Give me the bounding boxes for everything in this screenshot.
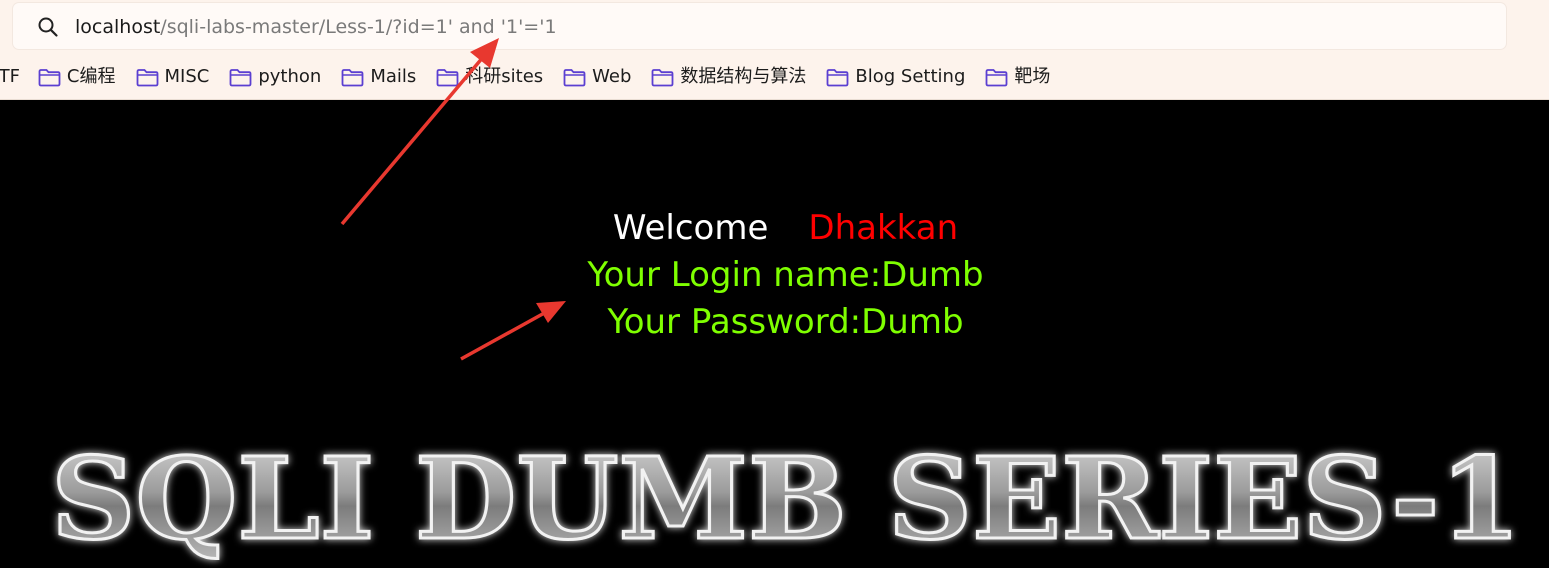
series-banner-text: SQLI DUMB SERIES-1 (51, 438, 1521, 565)
bookmark-research-sites[interactable]: 科研sites (436, 62, 543, 92)
folder-icon (985, 68, 1008, 86)
folder-icon (563, 68, 586, 86)
bookmark-label: Web (592, 66, 632, 87)
bookmark-label: MISC (164, 66, 210, 87)
bookmark-label: 科研sites (465, 66, 544, 87)
bookmark-web[interactable]: Web (563, 62, 631, 92)
page-content: Welcome Dhakkan Your Login name:Dumb Your… (0, 100, 1549, 568)
bookmark-label: 靶场 (1014, 66, 1051, 87)
bookmark-blog-setting[interactable]: Blog Setting (826, 62, 965, 92)
bookmark-data-structures[interactable]: 数据结构与算法 (651, 62, 806, 92)
bookmark-label: 数据结构与算法 (680, 66, 807, 87)
bookmark-label: CTF (0, 66, 20, 87)
bookmark-label: Mails (370, 66, 417, 87)
bookmark-c-programming[interactable]: C编程 (38, 62, 116, 92)
address-bar[interactable]: localhost/sqli-labs-master/Less-1/?id=1'… (13, 3, 1506, 49)
password-text: Your Password:Dumb (607, 302, 964, 342)
welcome-text: Welcome (612, 208, 769, 248)
folder-icon (136, 68, 158, 86)
browser-chrome: localhost/sqli-labs-master/Less-1/?id=1'… (0, 0, 1549, 100)
bookmark-python[interactable]: python (229, 62, 321, 92)
folder-icon (229, 68, 252, 86)
user-name-text: Dhakkan (808, 208, 959, 248)
folder-icon (436, 68, 459, 86)
bookmark-mails[interactable]: Mails (341, 62, 416, 92)
login-name-text: Your Login name:Dumb (587, 255, 984, 295)
search-icon (38, 17, 58, 37)
url-text[interactable]: localhost/sqli-labs-master/Less-1/?id=1'… (75, 15, 557, 39)
bookmark-label: python (258, 66, 322, 87)
bookmark-label: C编程 (66, 66, 116, 87)
bookmark-misc[interactable]: MISC (136, 62, 210, 92)
welcome-line: Welcome Dhakkan (0, 205, 1549, 251)
folder-icon (38, 68, 61, 86)
folder-icon (341, 68, 364, 86)
bookmark-label: Blog Setting (855, 66, 966, 87)
url-host: localhost (75, 16, 161, 38)
bookmark-ctf[interactable]: CTF (0, 62, 20, 92)
series-banner-image: SQLI DUMB SERIES-1 (50, 438, 1523, 567)
folder-icon (827, 68, 849, 86)
bookmarks-bar: CTF C编程 MISC python Mails 科研sites Web 数 (0, 62, 1070, 92)
bookmark-range[interactable]: 靶场 (985, 62, 1050, 92)
folder-icon (652, 68, 674, 86)
url-path: /sqli-labs-master/Less-1/?id=1' and '1'=… (160, 16, 557, 38)
